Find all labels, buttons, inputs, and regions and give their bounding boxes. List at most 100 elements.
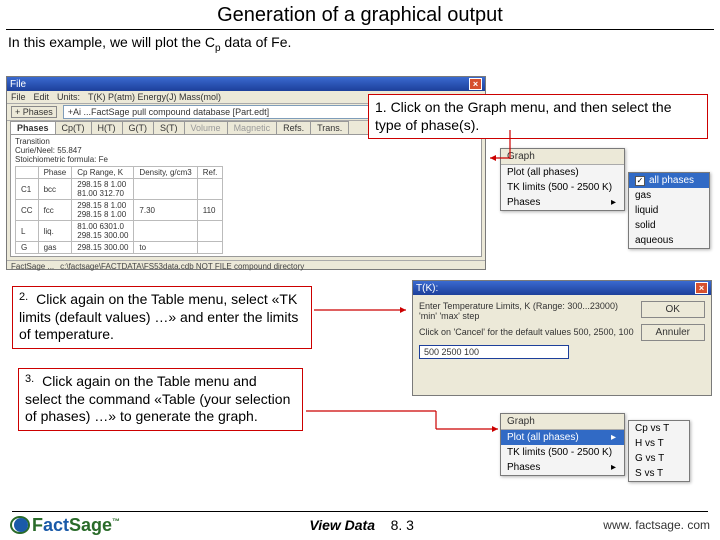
cell: bcc xyxy=(38,179,72,200)
menu-label: TK limits (500 - 2500 K) xyxy=(507,182,612,193)
th-phase: Phase xyxy=(38,167,72,179)
view-data-label: View Data xyxy=(309,517,375,533)
cell: fcc xyxy=(38,200,72,221)
menu-item[interactable]: TK limits (500 - 2500 K) xyxy=(501,180,624,195)
menu-item[interactable]: S vs T xyxy=(629,466,689,481)
menu-item[interactable]: G vs T xyxy=(629,451,689,466)
close-icon[interactable]: × xyxy=(695,282,708,294)
callout-2-text: Click again on the Table menu, select «T… xyxy=(19,291,298,342)
menu-item[interactable]: ✓all phases xyxy=(629,173,709,188)
th-cp: Cp Range, K xyxy=(72,167,134,179)
dlg-line1: Enter Temperature Limits, K (Range: 300.… xyxy=(419,301,635,311)
menu-label: Plot (all phases) xyxy=(507,167,579,178)
chevron-right-icon: ▸ xyxy=(611,462,616,473)
tab-h[interactable]: H(T) xyxy=(91,121,123,134)
close-icon[interactable]: × xyxy=(469,78,482,90)
menu-label: Plot (all phases) xyxy=(507,432,579,443)
cp2: 298.15 8 1.00 xyxy=(77,210,126,219)
menu-item[interactable]: TK limits (500 - 2500 K) xyxy=(501,445,624,460)
callout-2-num: 2. xyxy=(19,291,28,305)
tab-g[interactable]: G(T) xyxy=(122,121,155,134)
intro-text: In this example, we will plot the Cp dat… xyxy=(0,30,720,60)
callout-3-text: Click again on the Table menu and select… xyxy=(25,373,290,424)
menu-file[interactable]: File xyxy=(11,92,26,102)
tab-phases[interactable]: Phases xyxy=(10,121,56,134)
cell: 298.15 300.00 xyxy=(72,242,134,254)
footer-rule xyxy=(12,511,708,512)
cell: to xyxy=(134,242,197,254)
window-body: Transition Curie/Neel: 55.847 Stoichiome… xyxy=(10,134,482,257)
menu-item[interactable]: aqueous xyxy=(629,233,709,248)
menu-item[interactable]: Plot (all phases) ▸ xyxy=(501,430,624,445)
cp2: 298.15 300.00 xyxy=(77,231,128,240)
menu-item[interactable]: Phases ▸ xyxy=(501,460,624,475)
cell: 110 xyxy=(197,200,223,221)
intro-suffix: data of Fe. xyxy=(221,34,292,50)
tk-input[interactable]: 500 2500 100 xyxy=(419,345,569,359)
page-title: Generation of a graphical output xyxy=(0,0,720,29)
cell xyxy=(197,242,223,254)
menu-item[interactable]: solid xyxy=(629,218,709,233)
cell: C1 xyxy=(16,179,39,200)
cell xyxy=(197,221,223,242)
intro-prefix: In this example, we will plot the C xyxy=(8,34,215,50)
tab-magnetic[interactable]: Magnetic xyxy=(227,121,278,134)
table-row: CC fcc 298.15 8 1.00298.15 8 1.00 7.30 1… xyxy=(16,200,223,221)
cp1: 298.15 8 1.00 xyxy=(77,201,126,210)
callout-2: 2. Click again on the Table menu, select… xyxy=(12,286,312,349)
menu-label: Phases xyxy=(507,462,540,473)
cancel-button[interactable]: Annuler xyxy=(641,324,705,341)
graph-menu-2: Graph Plot (all phases)▸ TK limits (500 … xyxy=(500,413,625,476)
cell: gas xyxy=(38,242,72,254)
dialog-text: Enter Temperature Limits, K (Range: 300.… xyxy=(419,301,635,359)
cell: 81.00 6301.0298.15 300.00 xyxy=(72,221,134,242)
menu-label: G vs T xyxy=(635,453,664,464)
cell xyxy=(134,179,197,200)
menu-label: solid xyxy=(635,220,656,231)
tool-phases[interactable]: + Phases xyxy=(11,106,57,118)
menu-item[interactable]: liquid xyxy=(629,203,709,218)
version: 8. 3 xyxy=(391,517,414,533)
status1: FactSage ... xyxy=(11,262,54,271)
menu-item[interactable]: Plot (all phases) xyxy=(501,165,624,180)
units-value: T(K) P(atm) Energy(J) Mass(mol) xyxy=(88,92,221,102)
footer-url: www. factsage. com xyxy=(603,518,710,532)
phase-table: Phase Cp Range, K Density, g/cm3 Ref. C1… xyxy=(15,166,223,254)
menu-label: H vs T xyxy=(635,438,664,449)
menu-label: Cp vs T xyxy=(635,423,669,434)
menu-edit[interactable]: Edit xyxy=(34,92,50,102)
th-ref: Ref. xyxy=(197,167,223,179)
table-row: G gas 298.15 300.00 to xyxy=(16,242,223,254)
callout-1: 1. Click on the Graph menu, and then sel… xyxy=(368,94,708,139)
menu-item[interactable]: Cp vs T xyxy=(629,421,689,436)
menu-item[interactable]: gas xyxy=(629,188,709,203)
tab-trans[interactable]: Trans. xyxy=(310,121,349,134)
chevron-right-icon: ▸ xyxy=(611,432,616,443)
tab-volume[interactable]: Volume xyxy=(184,121,228,134)
dlg-line3: Click on 'Cancel' for the default values… xyxy=(419,327,635,337)
plot-submenu: Cp vs T H vs T G vs T S vs T xyxy=(628,420,690,482)
phases-submenu: ✓all phases gas liquid solid aqueous xyxy=(628,172,710,249)
ok-button[interactable]: OK xyxy=(641,301,705,318)
status2: c:\factsage\FACTDATA\FS53data.cdb NOT FI… xyxy=(60,262,304,271)
menu-item[interactable]: Phases▸ xyxy=(501,195,624,210)
tab-cp[interactable]: Cp(T) xyxy=(55,121,92,134)
curie-label: Curie/Neel: 55.847 xyxy=(15,146,477,155)
tab-s[interactable]: S(T) xyxy=(153,121,185,134)
factsage-logo: FactSage™ xyxy=(10,515,120,536)
table-row: L liq. 81.00 6301.0298.15 300.00 xyxy=(16,221,223,242)
cp1: 298.15 8 1.00 xyxy=(77,180,126,189)
cp1: 81.00 6301.0 xyxy=(77,222,124,231)
th-dens: Density, g/cm3 xyxy=(134,167,197,179)
dialog-titlebar: T(K): × xyxy=(413,281,711,295)
menu-label: aqueous xyxy=(635,235,673,246)
menu-label: liquid xyxy=(635,205,658,216)
check-icon: ✓ xyxy=(635,176,645,186)
tab-refs[interactable]: Refs. xyxy=(276,121,311,134)
menu-item[interactable]: H vs T xyxy=(629,436,689,451)
statusbar: FactSage ... c:\factsage\FACTDATA\FS53da… xyxy=(7,260,485,272)
footer-center: View Data 8. 3 xyxy=(309,517,414,533)
graph-menu-1: Graph Plot (all phases) TK limits (500 -… xyxy=(500,148,625,211)
dlg-line2: 'min' 'max' step xyxy=(419,311,635,321)
footer: FactSage™ View Data 8. 3 www. factsage. … xyxy=(0,515,720,536)
